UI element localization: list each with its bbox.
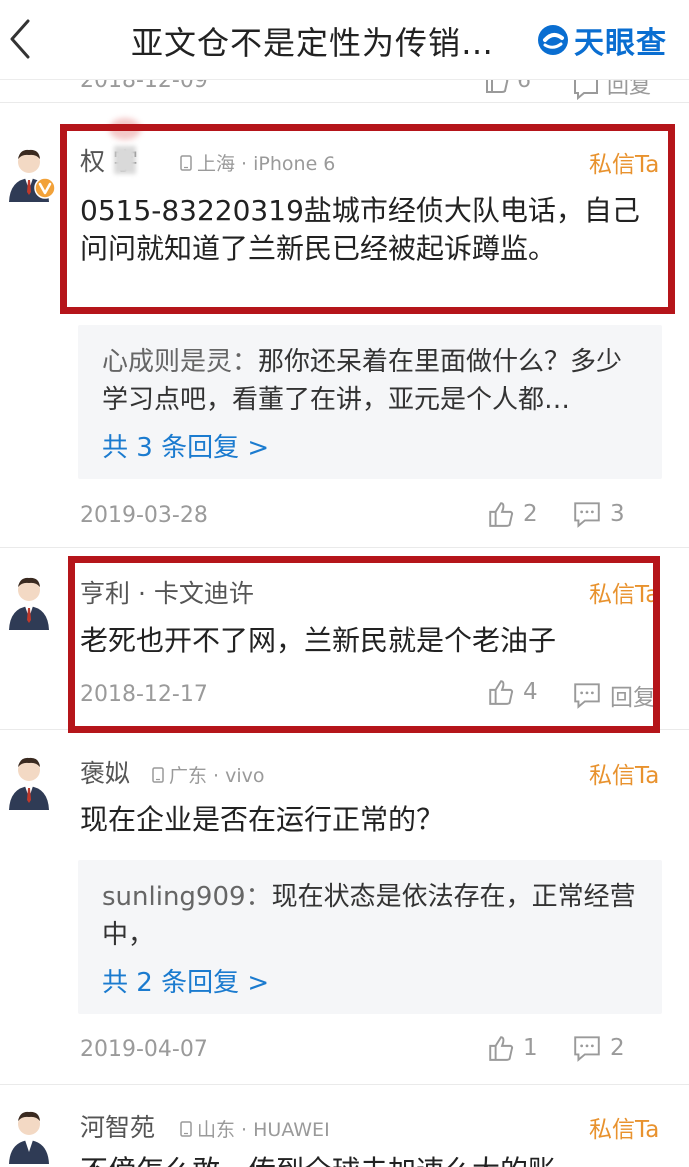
highlight-box <box>60 124 675 314</box>
phone-icon <box>152 766 164 783</box>
user-avatar[interactable] <box>6 574 52 632</box>
thumbs-up-icon <box>489 1036 514 1061</box>
device-info: 山东 · HUAWEI <box>180 1115 330 1142</box>
reply-preview-text-block: sunling909：现在状态是依法存在，正常经营中， <box>102 878 642 954</box>
divider <box>0 547 689 548</box>
verified-badge-icon <box>34 177 56 199</box>
reply-author: 心成则是灵： <box>102 347 259 377</box>
like-button[interactable]: 1 <box>487 1034 538 1062</box>
divider <box>0 102 689 103</box>
phone-icon <box>180 1120 192 1137</box>
like-button[interactable]: 2 <box>487 500 538 528</box>
comment-bubble-icon <box>574 502 600 528</box>
page-title: 亚文仓不是定性为传销… <box>131 24 495 62</box>
device-label: 山东 · HUAWEI <box>197 1119 330 1141</box>
comment-text: 现在企业是否在运行正常的？ <box>80 803 445 836</box>
username[interactable]: 河智苑 <box>80 1108 155 1144</box>
reply-preview[interactable]: sunling909：现在状态是依法存在，正常经营中， 共 2 条回复 > <box>78 860 662 1014</box>
top-nav-bar: 亚文仓不是定性为传销… 天眼查 <box>0 0 689 80</box>
like-count: 2 <box>523 501 538 527</box>
reply-preview[interactable]: 心成则是灵：那你还呆着在里面做什么？多少学习点吧，看董了在讲，亚元是个人都… 共… <box>78 325 662 479</box>
brand-logo: 天眼查 <box>536 18 667 62</box>
reply-preview-text-block: 心成则是灵：那你还呆着在里面做什么？多少学习点吧，看董了在讲，亚元是个人都… <box>102 343 642 419</box>
comment-date: 2019-04-07 <box>80 1037 208 1062</box>
reply-count: 3 <box>610 501 625 527</box>
back-button[interactable] <box>0 14 40 64</box>
tianyancha-logo-icon <box>538 25 568 55</box>
user-avatar[interactable] <box>6 1108 52 1166</box>
view-replies-link[interactable]: 共 2 条回复 > <box>102 962 269 999</box>
view-replies-link[interactable]: 共 3 条回复 > <box>102 427 269 464</box>
divider <box>0 1084 689 1085</box>
reply-count: 2 <box>610 1035 625 1061</box>
username[interactable]: 褒姒 <box>80 754 130 790</box>
thumbs-up-icon <box>489 502 514 527</box>
comment-bubble-icon <box>574 1036 600 1062</box>
comment-text: 不傍怎么敢，传到全球去加速么大的账…… <box>80 1152 680 1167</box>
like-count: 1 <box>523 1035 538 1061</box>
brand-name: 天眼查 <box>574 26 667 61</box>
comment-date: 2019-03-28 <box>80 503 208 528</box>
private-message-button[interactable]: 私信Ta <box>589 756 659 790</box>
chevron-left-icon <box>10 19 30 59</box>
reply-button[interactable]: 2 <box>572 1034 625 1062</box>
device-label: 广东 · vivo <box>169 765 265 787</box>
private-message-button[interactable]: 私信Ta <box>589 1110 659 1144</box>
reply-button[interactable]: 3 <box>572 500 625 528</box>
device-info: 广东 · vivo <box>152 761 265 788</box>
highlight-box <box>68 556 660 733</box>
reply-author: sunling909： <box>102 882 272 912</box>
user-avatar[interactable] <box>6 754 52 812</box>
